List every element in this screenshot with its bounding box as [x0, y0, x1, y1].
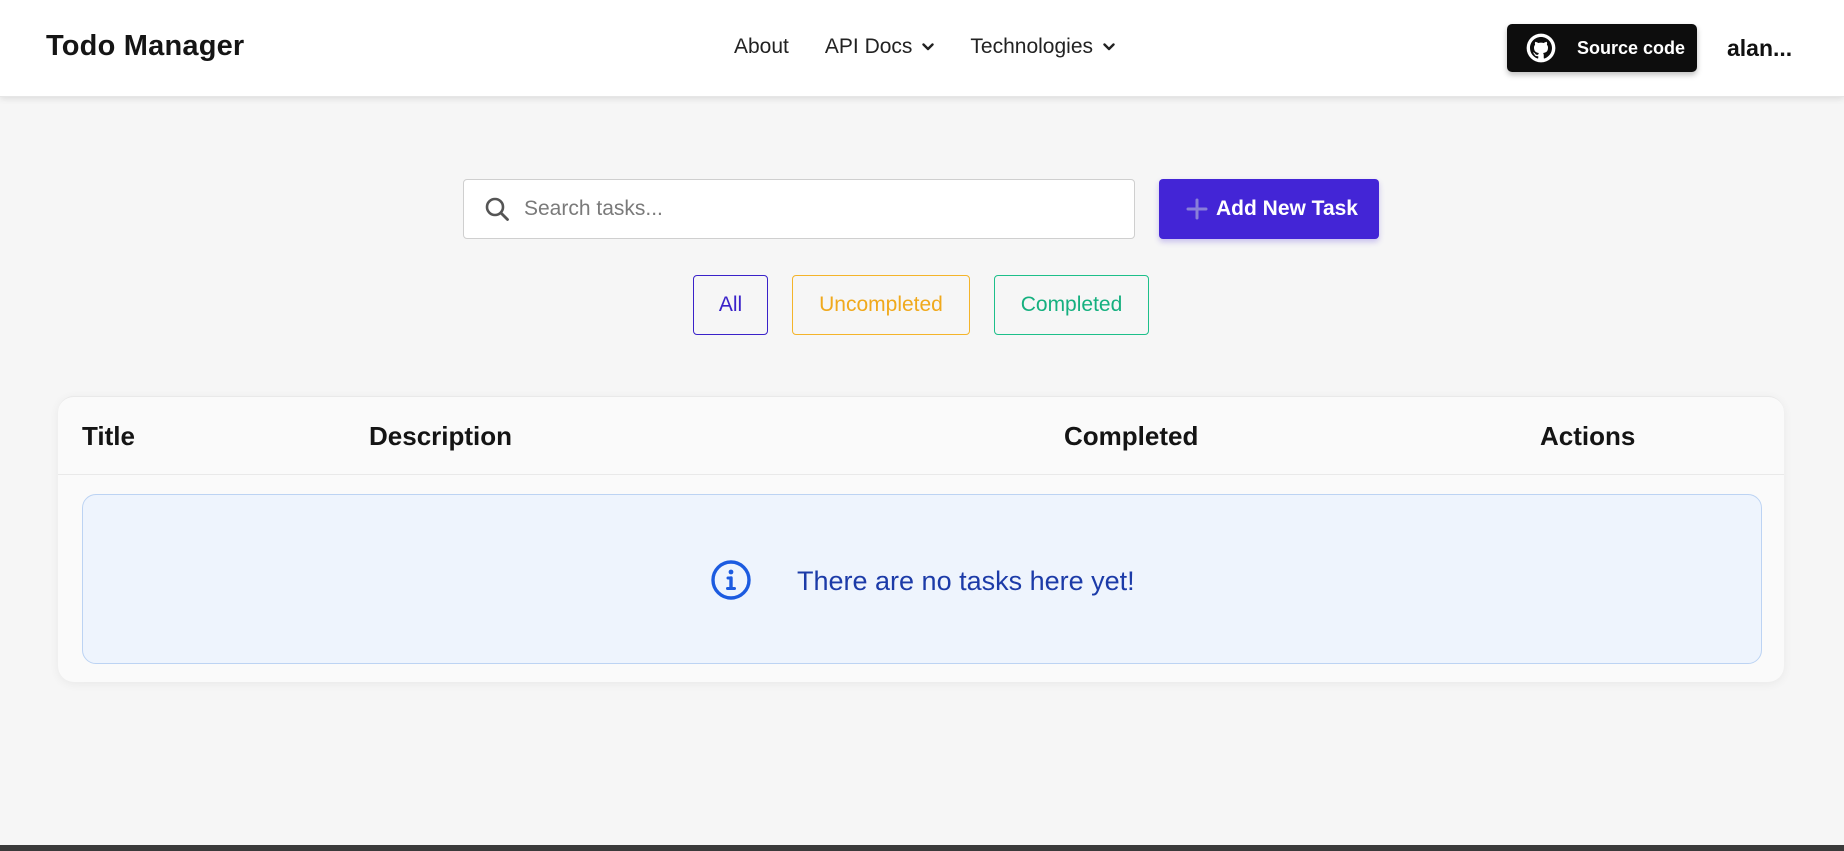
search-input[interactable] — [524, 189, 1104, 229]
table-header: Title Description Completed Actions — [58, 397, 1784, 475]
filter-uncompleted-button[interactable]: Uncompleted — [792, 275, 970, 335]
column-header-title: Title — [82, 421, 135, 451]
filter-all-button[interactable]: All — [693, 275, 768, 335]
chevron-down-icon — [922, 43, 935, 51]
github-icon — [1526, 33, 1556, 63]
window-bottom-edge — [0, 845, 1844, 851]
brand-title[interactable]: Todo Manager — [46, 30, 244, 63]
search-box — [463, 179, 1135, 239]
nav-api-docs-label: API Docs — [824, 35, 913, 58]
search-icon — [485, 197, 509, 221]
source-code-label: Source code — [1577, 37, 1686, 58]
user-menu[interactable]: alan... — [1727, 35, 1792, 62]
empty-state-alert: There are no tasks here yet! — [82, 494, 1762, 664]
top-navbar: Todo Manager About API Docs Technologies… — [0, 0, 1844, 97]
add-new-task-label: Add New Task — [1216, 197, 1358, 220]
source-code-button[interactable]: Source code — [1507, 24, 1697, 72]
column-header-completed: Completed — [1064, 421, 1199, 451]
nav-about[interactable]: About — [734, 35, 789, 59]
nav-about-label: About — [734, 35, 789, 58]
plus-icon — [1186, 198, 1208, 220]
tasks-table: Title Description Completed Actions Ther… — [58, 396, 1784, 682]
filter-completed-button[interactable]: Completed — [994, 275, 1149, 335]
column-header-actions: Actions — [1540, 421, 1636, 451]
column-header-description: Description — [369, 421, 513, 451]
empty-state-message: There are no tasks here yet! — [797, 566, 1135, 596]
chevron-down-icon — [1103, 43, 1115, 51]
add-new-task-button[interactable]: Add New Task — [1159, 179, 1379, 239]
info-icon — [711, 560, 751, 600]
nav-technologies[interactable]: Technologies — [970, 35, 1115, 59]
nav-api-docs[interactable]: API Docs — [825, 35, 935, 59]
nav-technologies-label: Technologies — [970, 35, 1094, 58]
main-nav: About API Docs Technologies — [734, 35, 1115, 59]
